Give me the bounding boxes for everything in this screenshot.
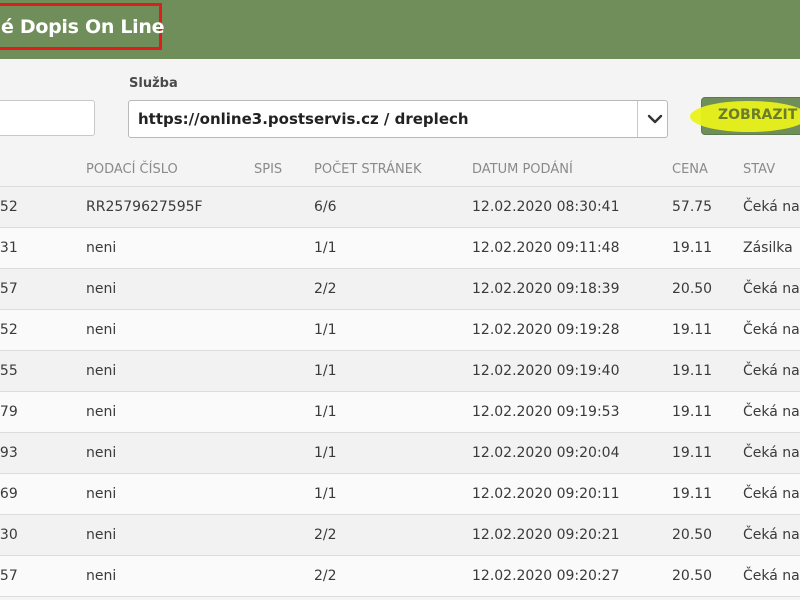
cell-datum-podani: 12.02.2020 09:20:04 <box>472 432 672 474</box>
cell-cena: 19.11 <box>672 350 743 392</box>
cell-cena: 57.75 <box>672 186 743 228</box>
shipments-table: PODACÍ ČÍSLO SPIS POČET STRÁNEK DATUM PO… <box>0 152 800 597</box>
cell-cena: 20.50 <box>672 268 743 310</box>
left-text-input[interactable] <box>0 100 95 136</box>
cell-podaci-cislo: RR2579627595F <box>86 186 254 228</box>
column-header-pocet-stranek[interactable]: POČET STRÁNEK <box>314 152 472 187</box>
cell-pocet-stranek: 1/1 <box>314 391 472 433</box>
cell-datum-podani: 12.02.2020 09:20:27 <box>472 555 672 597</box>
cell-spis <box>254 268 314 310</box>
cell-podaci-cislo: neni <box>86 227 254 269</box>
table-row[interactable]: 293 neni 1/1 12.02.2020 09:20:04 19.11 Č… <box>0 432 800 474</box>
cell-datum-podani: 12.02.2020 09:19:53 <box>472 391 672 433</box>
cell-id: 052 <box>0 322 18 338</box>
cell-pocet-stranek: 2/2 <box>314 268 472 310</box>
cell-cena: 19.11 <box>672 227 743 269</box>
app-header: é Dopis On Line <box>0 0 800 59</box>
cell-stav: Čeká na <box>743 309 800 351</box>
cell-spis <box>254 309 314 351</box>
cell-cena: 19.11 <box>672 473 743 515</box>
table-row[interactable]: 230 neni 2/2 12.02.2020 09:20:21 20.50 Č… <box>0 514 800 556</box>
cell-pocet-stranek: 1/1 <box>314 473 472 515</box>
cell-datum-podani: 12.02.2020 09:20:21 <box>472 514 672 556</box>
cell-podaci-cislo: neni <box>86 268 254 310</box>
column-header-stav[interactable]: STAV <box>743 152 800 187</box>
cell-podaci-cislo: neni <box>86 473 254 515</box>
cell-id: 293 <box>0 445 18 461</box>
cell-spis <box>254 555 314 597</box>
cell-podaci-cislo: neni <box>86 514 254 556</box>
cell-stav: Čeká na <box>743 514 800 556</box>
cell-id: 569 <box>0 486 18 502</box>
cell-stav: Čeká na <box>743 186 800 228</box>
table-row[interactable]: 557 neni 2/2 12.02.2020 09:18:39 20.50 Č… <box>0 268 800 310</box>
cell-pocet-stranek: 1/1 <box>314 309 472 351</box>
cell-spis <box>254 432 314 474</box>
cell-podaci-cislo: neni <box>86 432 254 474</box>
table-row[interactable]: 052 neni 1/1 12.02.2020 09:19:28 19.11 Č… <box>0 309 800 351</box>
cell-pocet-stranek: 1/1 <box>314 227 472 269</box>
cell-stav: Čeká na <box>743 555 800 597</box>
cell-datum-podani: 12.02.2020 09:19:40 <box>472 350 672 392</box>
app-title: é Dopis On Line <box>1 15 165 38</box>
column-header-id[interactable] <box>0 152 86 187</box>
cell-spis <box>254 391 314 433</box>
table-row[interactable]: 055 neni 1/1 12.02.2020 09:19:40 19.11 Č… <box>0 350 800 392</box>
cell-podaci-cislo: neni <box>86 391 254 433</box>
cell-cena: 20.50 <box>672 514 743 556</box>
column-header-podaci-cislo[interactable]: PODACÍ ČÍSLO <box>86 152 254 187</box>
column-header-spis[interactable]: SPIS <box>254 152 314 187</box>
cell-id: 052 <box>0 199 18 215</box>
cell-spis <box>254 473 314 515</box>
cell-id: 055 <box>0 363 18 379</box>
cell-datum-podani: 12.02.2020 09:11:48 <box>472 227 672 269</box>
cell-spis <box>254 514 314 556</box>
cell-datum-podani: 12.02.2020 08:30:41 <box>472 186 672 228</box>
chevron-down-icon[interactable] <box>645 109 665 129</box>
cell-pocet-stranek: 2/2 <box>314 514 472 556</box>
cell-stav: Čeká na <box>743 268 800 310</box>
cell-id: 231 <box>0 240 18 256</box>
cell-datum-podani: 12.02.2020 09:19:28 <box>472 309 672 351</box>
cell-cena: 19.11 <box>672 432 743 474</box>
service-label: Služba <box>129 76 178 91</box>
select-divider <box>637 101 638 137</box>
service-selected-value: https://online3.postservis.cz / dreplech <box>138 110 469 128</box>
cell-datum-podani: 12.02.2020 09:18:39 <box>472 268 672 310</box>
title-highlight-box: é Dopis On Line <box>0 3 165 50</box>
cell-spis <box>254 227 314 269</box>
table-row[interactable]: 569 neni 1/1 12.02.2020 09:20:11 19.11 Č… <box>0 473 800 515</box>
show-button-label: ZOBRAZIT <box>718 107 798 123</box>
cell-datum-podani: 12.02.2020 09:20:11 <box>472 473 672 515</box>
cell-cena: 20.50 <box>672 555 743 597</box>
cell-stav: Čeká na <box>743 432 800 474</box>
table-row[interactable]: 231 neni 1/1 12.02.2020 09:11:48 19.11 Z… <box>0 227 800 269</box>
column-header-datum-podani[interactable]: DATUM PODÁNÍ <box>472 152 672 187</box>
cell-stav: Zásilka <box>743 227 800 269</box>
cell-pocet-stranek: 2/2 <box>314 555 472 597</box>
cell-id: 657 <box>0 568 18 584</box>
cell-id: 557 <box>0 281 18 297</box>
service-select[interactable]: https://online3.postservis.cz / dreplech <box>128 100 668 138</box>
cell-stav: Čeká na <box>743 473 800 515</box>
cell-cena: 19.11 <box>672 391 743 433</box>
cell-pocet-stranek: 1/1 <box>314 350 472 392</box>
cell-stav: Čeká na <box>743 391 800 433</box>
cell-podaci-cislo: neni <box>86 350 254 392</box>
table-row[interactable]: 179 neni 1/1 12.02.2020 09:19:53 19.11 Č… <box>0 391 800 433</box>
table-header-row: PODACÍ ČÍSLO SPIS POČET STRÁNEK DATUM PO… <box>0 152 800 187</box>
cell-spis <box>254 350 314 392</box>
cell-id: 179 <box>0 404 18 420</box>
cell-spis <box>254 186 314 228</box>
table-row[interactable]: 052 RR2579627595F 6/6 12.02.2020 08:30:4… <box>0 186 800 228</box>
cell-stav: Čeká na <box>743 350 800 392</box>
column-header-cena[interactable]: CENA <box>672 152 743 187</box>
cell-pocet-stranek: 6/6 <box>314 186 472 228</box>
cell-podaci-cislo: neni <box>86 309 254 351</box>
cell-cena: 19.11 <box>672 309 743 351</box>
cell-podaci-cislo: neni <box>86 555 254 597</box>
table-row[interactable]: 657 neni 2/2 12.02.2020 09:20:27 20.50 Č… <box>0 555 800 597</box>
cell-pocet-stranek: 1/1 <box>314 432 472 474</box>
cell-id: 230 <box>0 527 18 543</box>
